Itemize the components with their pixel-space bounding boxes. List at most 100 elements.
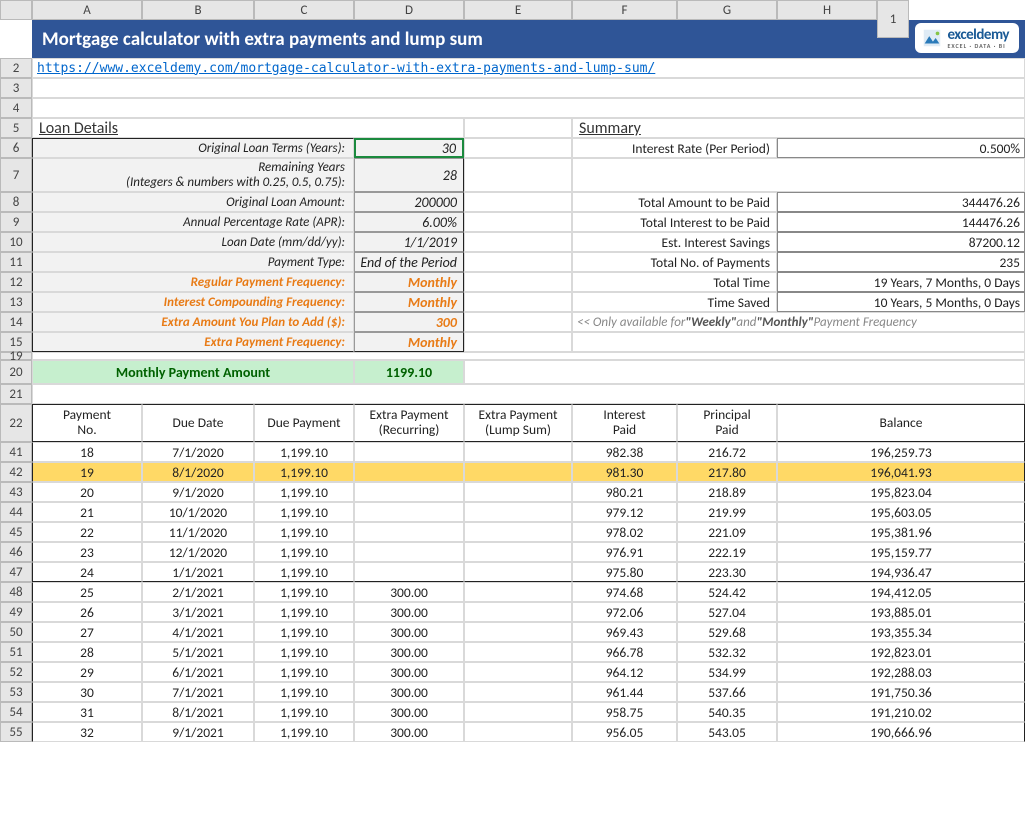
table-cell[interactable]: 958.75 xyxy=(572,702,677,722)
row-head-44[interactable]: 44 xyxy=(0,502,32,522)
table-cell[interactable]: 223.30 xyxy=(677,562,777,582)
table-header-0[interactable]: PaymentNo. xyxy=(32,404,142,442)
table-cell[interactable] xyxy=(354,502,464,522)
table-cell[interactable]: 980.21 xyxy=(572,482,677,502)
table-cell[interactable]: 27 xyxy=(32,622,142,642)
table-cell[interactable]: 193,355.34 xyxy=(777,622,1025,642)
table-cell[interactable]: 29 xyxy=(32,662,142,682)
table-cell[interactable] xyxy=(354,482,464,502)
row-head-19[interactable]: 19 xyxy=(0,352,32,360)
row-head-53[interactable]: 53 xyxy=(0,682,32,702)
row-head-4[interactable]: 4 xyxy=(0,98,32,118)
table-cell[interactable]: 534.99 xyxy=(677,662,777,682)
row-head-55[interactable]: 55 xyxy=(0,722,32,742)
table-header-2[interactable]: Due Payment xyxy=(254,404,354,442)
col-head-D[interactable]: D xyxy=(354,0,464,20)
table-cell[interactable]: 524.42 xyxy=(677,582,777,602)
table-cell[interactable] xyxy=(464,442,572,462)
table-cell[interactable]: 956.05 xyxy=(572,722,677,742)
table-cell[interactable]: 195,381.96 xyxy=(777,522,1025,542)
loan-value-5[interactable]: End of the Period xyxy=(354,252,464,272)
table-cell[interactable]: 5/1/2021 xyxy=(142,642,254,662)
table-cell[interactable]: 219.99 xyxy=(677,502,777,522)
table-cell[interactable]: 21 xyxy=(32,502,142,522)
table-cell[interactable]: 1,199.10 xyxy=(254,522,354,542)
table-cell[interactable]: 976.91 xyxy=(572,542,677,562)
col-head-C[interactable]: C xyxy=(254,0,354,20)
table-cell[interactable]: 8/1/2021 xyxy=(142,702,254,722)
table-cell[interactable]: 9/1/2020 xyxy=(142,482,254,502)
table-cell[interactable]: 961.44 xyxy=(572,682,677,702)
table-cell[interactable]: 529.68 xyxy=(677,622,777,642)
table-cell[interactable]: 1,199.10 xyxy=(254,722,354,742)
row-head-49[interactable]: 49 xyxy=(0,602,32,622)
row-head-6[interactable]: 6 xyxy=(0,138,32,158)
table-cell[interactable]: 222.19 xyxy=(677,542,777,562)
table-cell[interactable]: 300.00 xyxy=(354,682,464,702)
table-cell[interactable]: 1,199.10 xyxy=(254,622,354,642)
row-head-8[interactable]: 8 xyxy=(0,192,32,212)
table-cell[interactable] xyxy=(464,542,572,562)
source-url[interactable]: https://www.exceldemy.com/mortgage-calcu… xyxy=(32,58,1025,78)
table-cell[interactable]: 192,288.03 xyxy=(777,662,1025,682)
table-cell[interactable]: 10/1/2020 xyxy=(142,502,254,522)
table-cell[interactable]: 1,199.10 xyxy=(254,502,354,522)
table-cell[interactable]: 192,823.01 xyxy=(777,642,1025,662)
table-cell[interactable] xyxy=(464,682,572,702)
row-head-13[interactable]: 13 xyxy=(0,292,32,312)
table-cell[interactable]: 196,041.93 xyxy=(777,462,1025,482)
loan-value-7[interactable]: Monthly xyxy=(354,292,464,312)
row-head-47[interactable]: 47 xyxy=(0,562,32,582)
table-cell[interactable]: 300.00 xyxy=(354,622,464,642)
row-head-22[interactable]: 22 xyxy=(0,404,32,442)
table-cell[interactable] xyxy=(354,462,464,482)
table-header-5[interactable]: InterestPaid xyxy=(572,404,677,442)
table-cell[interactable] xyxy=(464,502,572,522)
table-cell[interactable]: 974.68 xyxy=(572,582,677,602)
table-cell[interactable]: 32 xyxy=(32,722,142,742)
table-cell[interactable]: 532.32 xyxy=(677,642,777,662)
table-cell[interactable]: 217.80 xyxy=(677,462,777,482)
table-cell[interactable]: 24 xyxy=(32,562,142,582)
row-head-12[interactable]: 12 xyxy=(0,272,32,292)
table-header-3[interactable]: Extra Payment(Recurring) xyxy=(354,404,464,442)
table-cell[interactable] xyxy=(464,662,572,682)
table-cell[interactable]: 1,199.10 xyxy=(254,702,354,722)
table-cell[interactable] xyxy=(464,562,572,582)
table-cell[interactable]: 195,159.77 xyxy=(777,542,1025,562)
table-cell[interactable]: 1,199.10 xyxy=(254,442,354,462)
row-head-41[interactable]: 41 xyxy=(0,442,32,462)
col-head-B[interactable]: B xyxy=(142,0,254,20)
table-cell[interactable]: 7/1/2021 xyxy=(142,682,254,702)
table-cell[interactable]: 26 xyxy=(32,602,142,622)
row-head-20[interactable]: 20 xyxy=(0,360,32,384)
table-cell[interactable]: 1,199.10 xyxy=(254,662,354,682)
table-cell[interactable]: 1/1/2021 xyxy=(142,562,254,582)
row-head-45[interactable]: 45 xyxy=(0,522,32,542)
table-cell[interactable] xyxy=(354,522,464,542)
table-cell[interactable]: 1,199.10 xyxy=(254,582,354,602)
row-head-14[interactable]: 14 xyxy=(0,312,32,332)
loan-value-1[interactable]: 28 xyxy=(354,158,464,192)
col-head-F[interactable]: F xyxy=(572,0,677,20)
table-header-1[interactable]: Due Date xyxy=(142,404,254,442)
table-cell[interactable] xyxy=(464,582,572,602)
table-cell[interactable]: 979.12 xyxy=(572,502,677,522)
table-cell[interactable] xyxy=(464,702,572,722)
table-header-7[interactable]: Balance xyxy=(777,404,1025,442)
table-cell[interactable]: 18 xyxy=(32,442,142,462)
table-cell[interactable]: 964.12 xyxy=(572,662,677,682)
row-head-50[interactable]: 50 xyxy=(0,622,32,642)
row-head-1[interactable]: 1 xyxy=(877,0,909,38)
table-cell[interactable]: 194,412.05 xyxy=(777,582,1025,602)
table-cell[interactable]: 9/1/2021 xyxy=(142,722,254,742)
table-cell[interactable]: 30 xyxy=(32,682,142,702)
loan-value-3[interactable]: 6.00% xyxy=(354,212,464,232)
row-head-7[interactable]: 7 xyxy=(0,158,32,192)
table-cell[interactable]: 6/1/2021 xyxy=(142,662,254,682)
row-head-43[interactable]: 43 xyxy=(0,482,32,502)
table-cell[interactable]: 11/1/2020 xyxy=(142,522,254,542)
loan-value-6[interactable]: Monthly xyxy=(354,272,464,292)
table-cell[interactable]: 195,603.05 xyxy=(777,502,1025,522)
table-cell[interactable] xyxy=(464,482,572,502)
